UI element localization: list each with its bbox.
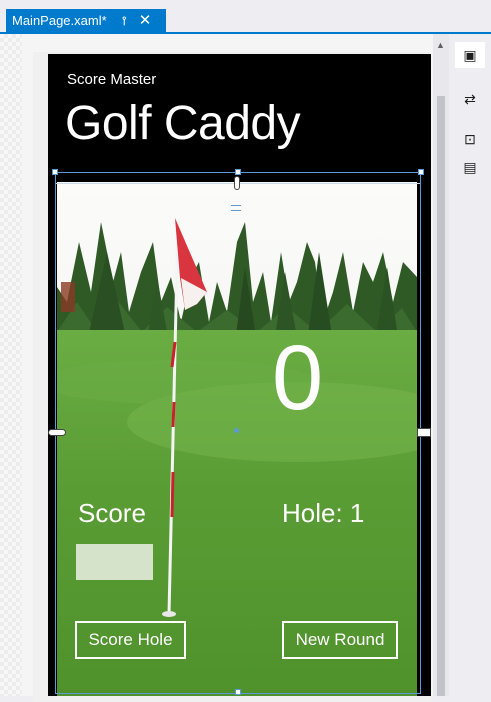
close-icon[interactable]: ✕ bbox=[139, 13, 152, 28]
code-view-icon[interactable]: ⊡ bbox=[455, 126, 485, 152]
resize-handle-top-left[interactable] bbox=[52, 169, 58, 175]
center-point-icon bbox=[234, 428, 239, 433]
resize-handle-top-right[interactable] bbox=[418, 169, 424, 175]
app-name: Score Master bbox=[67, 71, 157, 88]
resize-handle-top[interactable] bbox=[235, 169, 241, 175]
margin-toggle-left-icon[interactable] bbox=[48, 429, 66, 436]
score-label: Score bbox=[78, 498, 146, 528]
designer-side-toolbar: ▣ ⇄ ⊡ ▤ bbox=[449, 34, 491, 696]
vertical-scrollbar[interactable]: ▲ bbox=[433, 34, 449, 696]
document-outline-icon[interactable]: ▤ bbox=[455, 154, 485, 180]
document-tab-strip: MainPage.xaml* ⊸ ✕ bbox=[0, 0, 491, 36]
background-image bbox=[57, 182, 417, 696]
lock-icon[interactable] bbox=[234, 176, 240, 190]
new-round-button[interactable]: New Round bbox=[282, 621, 398, 659]
tab-mainpage-xaml[interactable]: MainPage.xaml* ⊸ ✕ bbox=[6, 9, 166, 32]
device-icon[interactable]: ▣ bbox=[455, 42, 485, 68]
margin-indicator-icon bbox=[231, 205, 241, 206]
margin-toggle-right-icon[interactable] bbox=[417, 428, 431, 437]
phone-page[interactable]: Score Master Golf Caddy 0 Score Hole: 1 … bbox=[48, 54, 431, 696]
score-total-display: 0 bbox=[272, 327, 324, 429]
score-hole-button[interactable]: Score Hole bbox=[75, 621, 186, 659]
resize-handle-bottom[interactable] bbox=[235, 689, 241, 695]
scrollbar-thumb[interactable] bbox=[437, 96, 445, 696]
pin-icon[interactable]: ⊸ bbox=[117, 15, 131, 25]
tab-title: MainPage.xaml* bbox=[12, 13, 107, 28]
swap-icon[interactable]: ⇄ bbox=[455, 86, 485, 112]
score-input[interactable] bbox=[76, 544, 153, 580]
page-title: Golf Caddy bbox=[65, 97, 301, 150]
checker-gutter bbox=[0, 34, 22, 696]
scroll-up-arrow-icon[interactable]: ▲ bbox=[436, 40, 445, 50]
golf-course-photo bbox=[57, 182, 417, 696]
margin-indicator-icon-2 bbox=[231, 210, 241, 211]
hole-label: Hole: 1 bbox=[282, 498, 365, 528]
